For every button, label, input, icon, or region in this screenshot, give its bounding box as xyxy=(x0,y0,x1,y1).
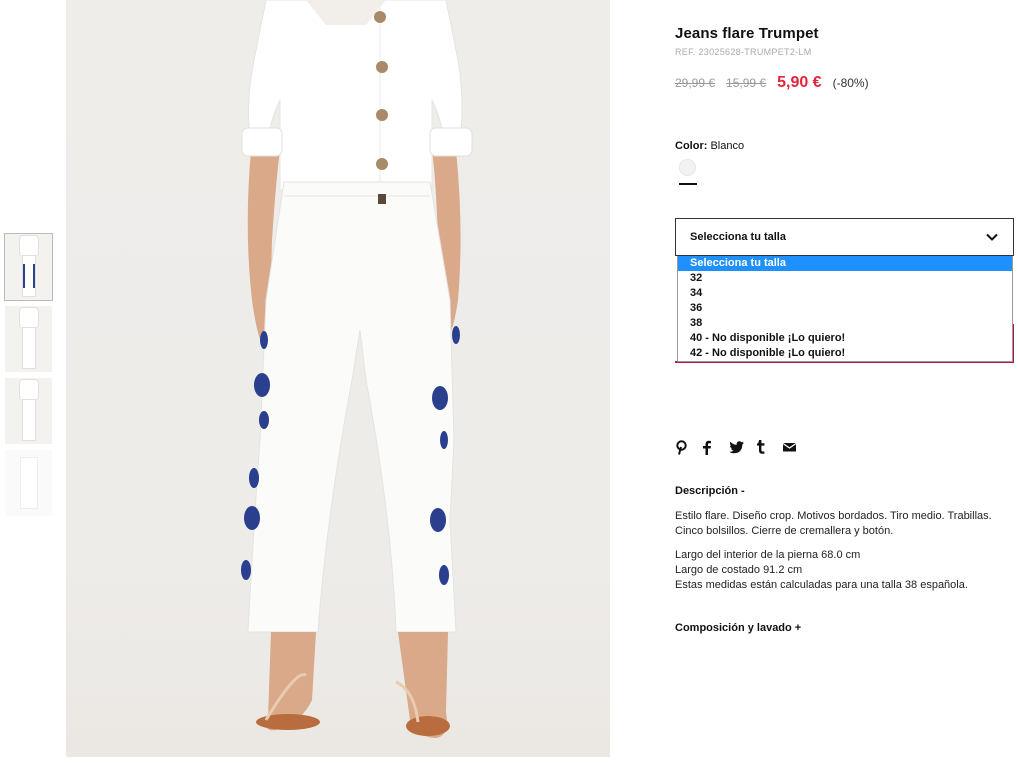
size-option[interactable]: 32 xyxy=(678,271,1012,286)
thumbnail-embroidery xyxy=(32,264,35,288)
sale-price: 5,90 € xyxy=(777,74,822,91)
thumbnail-legs xyxy=(22,400,35,440)
size-option[interactable]: 42 - No disponible ¡Lo quiero! xyxy=(678,346,1012,361)
thumbnail-embroidery xyxy=(22,264,25,288)
color-label-row: Color: Blanco xyxy=(675,140,744,152)
swatch-selected-indicator xyxy=(679,183,697,185)
thumbnail-2[interactable] xyxy=(5,306,52,372)
description-toggle[interactable]: Descripción - xyxy=(675,485,745,497)
measurement-note: Estas medidas están calculadas para una … xyxy=(675,579,968,591)
size-select-value: Selecciona tu talla xyxy=(690,231,786,243)
color-swatch-white[interactable] xyxy=(679,159,696,176)
color-label: Color: xyxy=(675,140,708,152)
original-price: 29,99 € xyxy=(675,76,716,90)
chevron-down-icon xyxy=(986,233,998,241)
thumbnail-1[interactable] xyxy=(4,233,53,301)
size-option[interactable]: 34 xyxy=(678,286,1012,301)
tumblr-icon[interactable] xyxy=(756,438,783,456)
composition-toggle[interactable]: Composición y lavado + xyxy=(675,622,801,634)
measurement-outseam: Largo de costado 91.2 cm xyxy=(675,564,803,576)
size-select[interactable]: Selecciona tu talla xyxy=(675,218,1014,256)
pinterest-icon[interactable] xyxy=(675,438,702,456)
thumbnail-shirt xyxy=(19,380,38,400)
size-options-list: Selecciona tu talla 32 34 36 38 40 - No … xyxy=(677,256,1013,362)
thumbnail-legs xyxy=(22,328,35,368)
thumbnail-shirt xyxy=(19,308,38,328)
thumbnail-flat-jeans xyxy=(20,458,37,508)
facebook-icon[interactable] xyxy=(702,438,729,456)
product-reference: REF. 23025628-TRUMPET2-LM xyxy=(675,47,812,57)
thumbnail-3[interactable] xyxy=(5,378,52,444)
previous-price: 15,99 € xyxy=(726,76,767,90)
mail-icon[interactable] xyxy=(783,438,810,456)
price-row: 29,99 € 15,99 € 5,90 € (-80%) xyxy=(675,74,869,92)
product-title: Jeans flare Trumpet xyxy=(675,25,819,42)
product-photo-illustration xyxy=(241,0,473,738)
size-option[interactable]: Selecciona tu talla xyxy=(678,256,1012,271)
twitter-icon[interactable] xyxy=(729,438,756,456)
thumbnail-list xyxy=(4,233,53,522)
size-option[interactable]: 36 xyxy=(678,301,1012,316)
description-text: Estilo flare. Diseño crop. Motivos borda… xyxy=(675,510,992,537)
description-body: Estilo flare. Diseño crop. Motivos borda… xyxy=(675,509,1015,593)
measurement-inseam: Largo del interior de la pierna 68.0 cm xyxy=(675,549,861,561)
discount-badge: (-80%) xyxy=(832,76,869,90)
size-option[interactable]: 38 xyxy=(678,316,1012,331)
product-image[interactable] xyxy=(66,0,610,757)
thumbnail-shirt xyxy=(19,236,38,256)
color-value: Blanco xyxy=(710,140,745,152)
social-share-bar xyxy=(675,438,810,456)
thumbnail-4[interactable] xyxy=(5,450,52,516)
size-option[interactable]: 40 - No disponible ¡Lo quiero! xyxy=(678,331,1012,346)
